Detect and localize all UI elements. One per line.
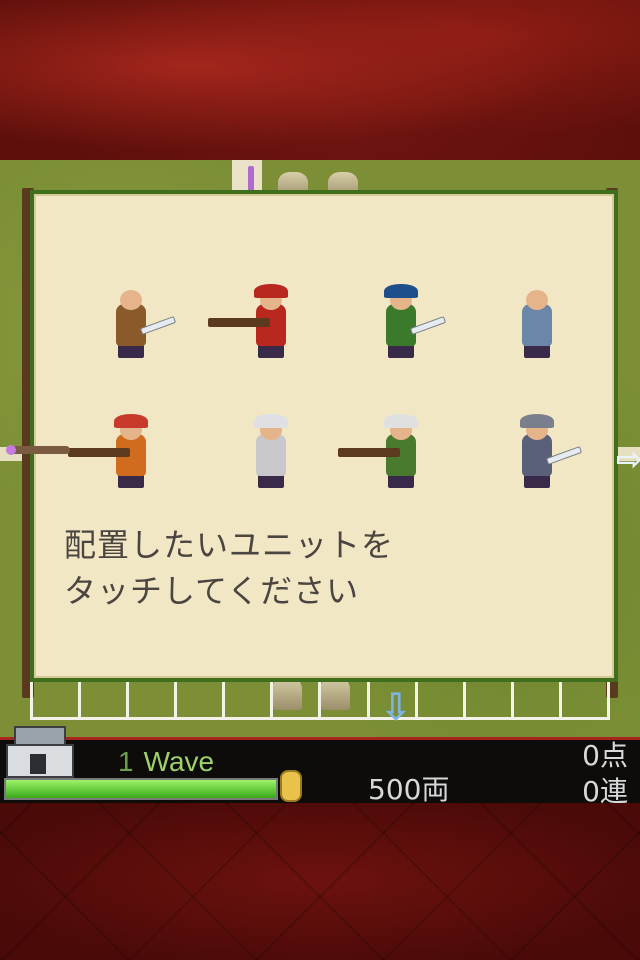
grid-cell[interactable] — [30, 676, 82, 720]
unit-red-gunner[interactable] — [208, 284, 314, 366]
enemy-spawn-arrow — [6, 445, 70, 455]
grid-cell[interactable] — [177, 676, 226, 720]
placement-grid[interactable] — [30, 676, 610, 720]
grid-cell[interactable] — [513, 676, 562, 720]
gun-icon — [68, 448, 130, 457]
unit-spear-ashigaru[interactable] — [364, 284, 447, 366]
arrow-down-icon: ⇩ — [380, 685, 412, 729]
grid-cell[interactable] — [465, 676, 514, 720]
instruction-text: 配置したいユニットを タッチしてください — [64, 522, 484, 614]
money-counter: 500両 — [368, 773, 450, 806]
wave-number: 1 — [118, 746, 134, 777]
grid-cell[interactable] — [417, 676, 466, 720]
background-bottom — [0, 800, 640, 960]
unit-red-haired-spearman[interactable] — [68, 414, 174, 496]
instruction-line-2: タッチしてください — [64, 572, 360, 610]
unit-bazooka-veteran[interactable] — [338, 414, 444, 496]
grid-cell[interactable] — [321, 676, 370, 720]
unit-samurai-swordsman[interactable] — [94, 286, 177, 366]
unit-ninja[interactable] — [500, 414, 583, 496]
castle-icon[interactable] — [4, 720, 74, 778]
top-gate — [232, 160, 262, 190]
gun-icon — [338, 448, 400, 457]
top-gate-marker — [248, 166, 254, 192]
gun-icon — [208, 318, 270, 327]
grid-cell[interactable] — [561, 676, 610, 720]
grid-cell[interactable] — [129, 676, 178, 720]
grid-cell[interactable] — [81, 676, 130, 720]
castle-hp-bar — [4, 778, 278, 800]
instruction-line-1: 配置したいユニットを — [64, 526, 395, 564]
grid-cell[interactable] — [225, 676, 274, 720]
unit-armored-general[interactable] — [234, 414, 314, 496]
grid-cell[interactable] — [273, 676, 322, 720]
score-counter: 0点 — [582, 739, 628, 772]
arrow-right-icon: ⇨ — [616, 440, 640, 478]
combo-counter: 0連 — [582, 775, 628, 808]
wave-label: Wave — [143, 746, 215, 777]
background-top — [0, 0, 640, 165]
wave-indicator: 1 Wave — [118, 746, 214, 778]
status-bar: 1 Wave 500両 0点 0連 — [0, 726, 640, 808]
coin-icon — [280, 770, 302, 802]
unit-monk-fighter[interactable] — [500, 286, 580, 366]
castle-hp-fill — [6, 780, 276, 798]
